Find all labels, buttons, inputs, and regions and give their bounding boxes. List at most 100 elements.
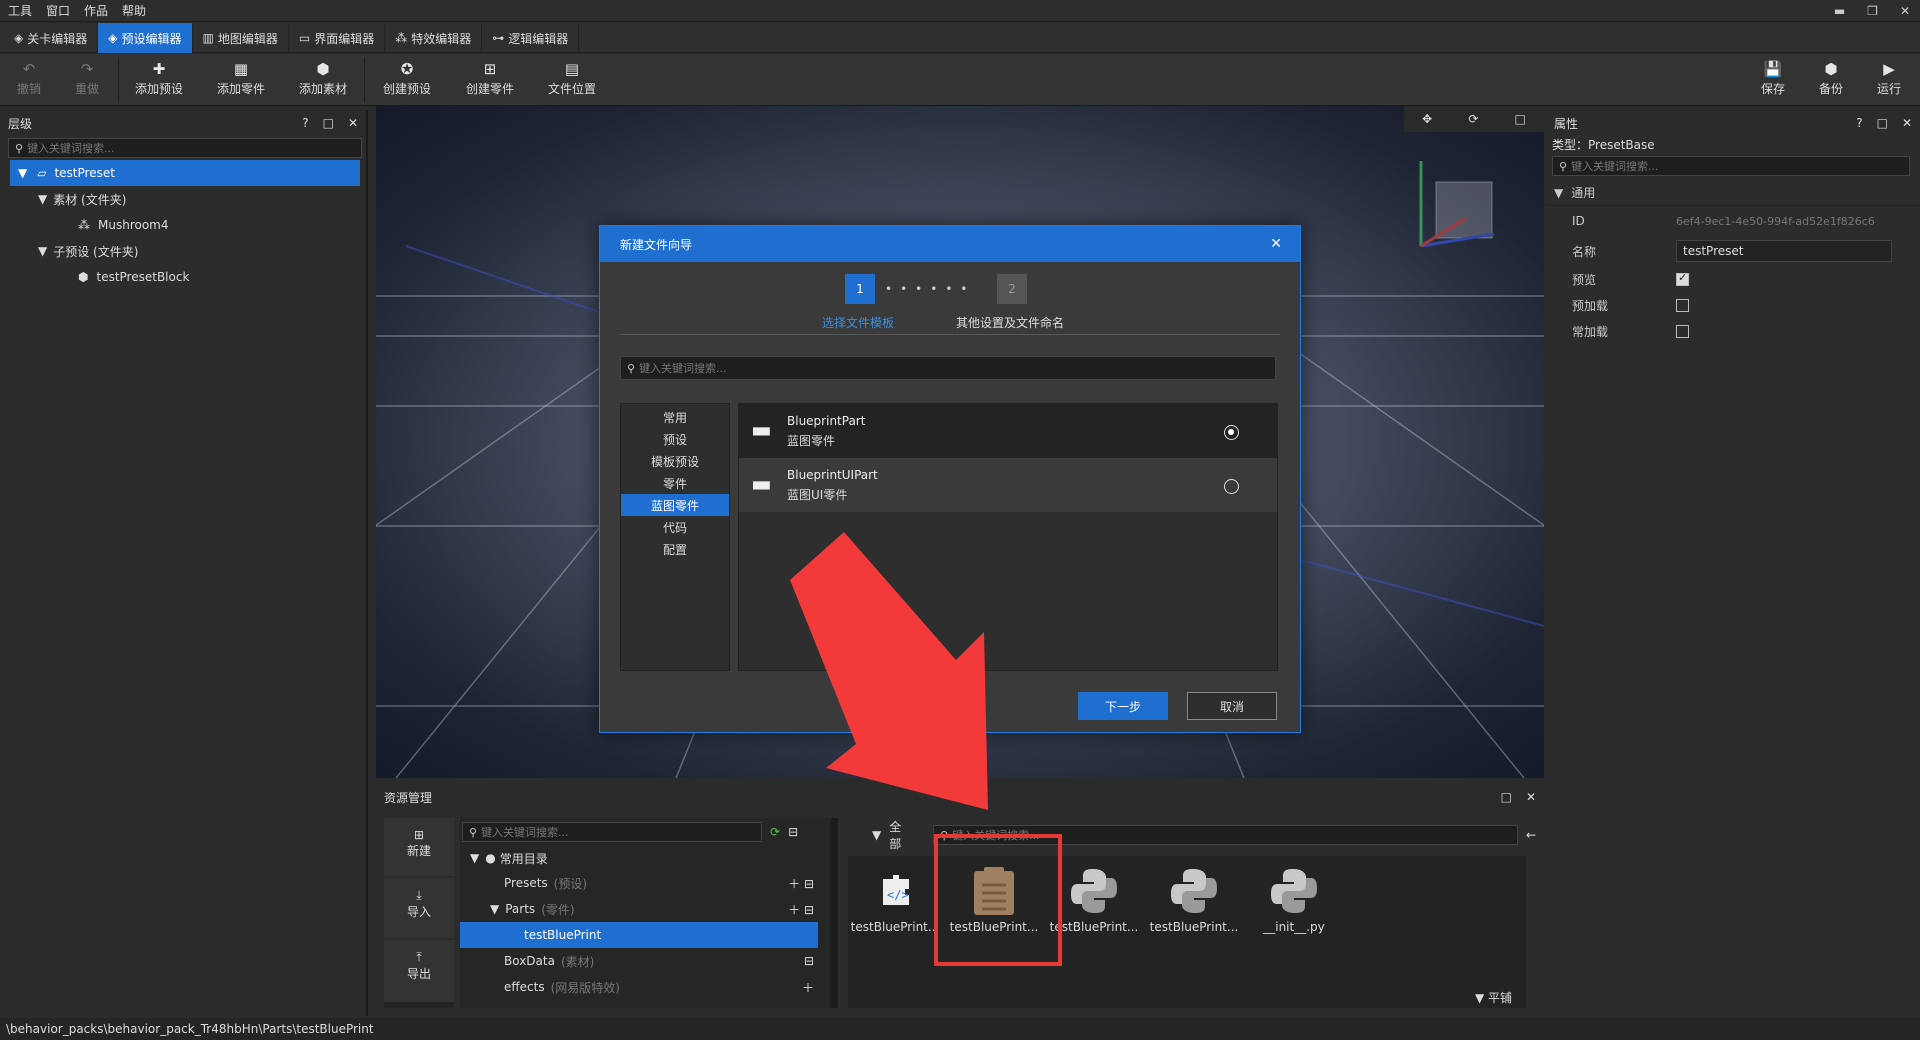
maximize-icon[interactable]: □ — [1501, 790, 1512, 804]
preload-checkbox[interactable] — [1676, 298, 1689, 312]
maximize-icon[interactable]: □ — [1877, 116, 1888, 130]
preview-checkbox[interactable] — [1676, 271, 1689, 286]
tab-preset-editor[interactable]: ◈ 预设编辑器 — [98, 23, 193, 53]
tree-item-label: Mushroom4 — [98, 218, 169, 232]
menu-tools[interactable]: 工具 — [8, 2, 32, 19]
resident-checkbox[interactable] — [1676, 324, 1689, 338]
prop-label: 预览 — [1572, 272, 1597, 287]
filter-icon[interactable]: ⟳ — [770, 825, 780, 839]
add-part-button[interactable]: ▦ 添加零件 — [206, 60, 276, 97]
tree-item-mushroom4[interactable]: ⁂ Mushroom4 — [0, 212, 366, 238]
move-icon[interactable]: ✥ — [1422, 112, 1432, 126]
category-preset[interactable]: 预设 — [621, 428, 729, 450]
restore-icon[interactable]: ❐ — [1867, 4, 1878, 18]
section-general[interactable]: ▼ 通用 — [1546, 180, 1920, 206]
rotate-icon[interactable]: ⟳ — [1468, 112, 1478, 126]
properties-search-input[interactable]: ⚲ 键入关键词搜索... — [1552, 156, 1910, 176]
filter-icon[interactable]: ▼ — [872, 828, 881, 842]
category-list: 常用 预设 模板预设 零件 蓝图零件 代码 配置 — [620, 403, 730, 671]
tab-effects-editor[interactable]: ⁂ 特效编辑器 — [385, 23, 483, 53]
hierarchy-search-input[interactable]: ⚲ 键入关键词搜索... — [8, 138, 362, 158]
export-icon: ⤒ — [416, 950, 422, 964]
tree-parts[interactable]: ▼ Parts (零件) ＋ ⊟ — [460, 896, 830, 922]
tree-presets[interactable]: Presets (预设) ＋ ⊟ — [460, 870, 830, 896]
filter-all-button[interactable]: 全部 — [889, 818, 913, 852]
template-item-blueprintuipart[interactable]: ▬ BlueprintUIPart 蓝图UI零件 — [739, 458, 1277, 512]
maximize-icon[interactable]: □ — [323, 116, 334, 130]
template-item-blueprintpart[interactable]: ▬ BlueprintPart 蓝图零件 — [739, 404, 1277, 458]
cube-icon: ⬢ — [78, 270, 89, 284]
close-icon[interactable]: ✕ — [1900, 4, 1910, 18]
file-name: __init__.py — [1263, 920, 1325, 934]
step-1-indicator: 1 — [845, 274, 875, 304]
tree-item-label: Presets — [504, 876, 548, 890]
add-preset-button[interactable]: ✚ 添加预设 — [124, 60, 194, 97]
help-icon[interactable]: ? — [1856, 116, 1862, 130]
tab-level-editor[interactable]: ◈ 关卡编辑器 — [4, 23, 99, 53]
tree-item-testpresetblock[interactable]: ⬢ testPresetBlock — [0, 264, 366, 290]
tree-item-label: 素材 (文件夹) — [53, 192, 127, 207]
collapse-icon[interactable]: ⊟ — [804, 954, 814, 968]
back-arrow-icon[interactable]: ← — [1526, 828, 1536, 842]
tree-testblueprint[interactable]: testBluePrint — [460, 922, 818, 948]
minimize-icon[interactable]: ▬ — [1834, 4, 1845, 18]
file-name: testBluePrint... — [1149, 920, 1239, 934]
logic-icon: ⊶ — [492, 31, 505, 45]
close-icon[interactable]: ✕ — [1526, 790, 1536, 804]
template-radio[interactable] — [1224, 479, 1239, 494]
asset-tree-search-input[interactable]: ⚲ 键入关键词搜索... — [462, 822, 762, 842]
add-asset-button[interactable]: ⬢ 添加素材 — [288, 60, 358, 97]
category-blueprint-part[interactable]: 蓝图零件 — [621, 494, 729, 516]
backup-label: 备份 — [1818, 82, 1843, 96]
new-folder-icon: ⊞ — [413, 828, 425, 842]
tree-item-testpreset[interactable]: ▼ ▱ testPreset — [10, 160, 360, 186]
close-icon[interactable]: ✕ — [1902, 116, 1912, 130]
tree-boxdata[interactable]: BoxData (素材) ⊟ — [460, 948, 830, 974]
name-input[interactable]: testPreset — [1676, 240, 1892, 262]
export-button[interactable]: ⤒ 导出 — [384, 940, 454, 1002]
add-icon[interactable]: ＋ ⊟ — [788, 901, 814, 918]
menu-works[interactable]: 作品 — [84, 2, 108, 19]
menu-window[interactable]: 窗口 — [46, 2, 70, 19]
next-button[interactable]: 下一步 — [1078, 692, 1168, 720]
category-common[interactable]: 常用 — [621, 406, 729, 428]
file-location-button[interactable]: ▤ 文件位置 — [537, 60, 607, 97]
tree-item-assets-folder[interactable]: ▼ 素材 (文件夹) — [0, 186, 366, 212]
import-button[interactable]: ⤓ 导入 — [384, 878, 454, 940]
map-icon: ▥ — [202, 31, 214, 45]
asset-actions: ⊞ 新建 ⤓ 导入 ⤒ 导出 — [384, 818, 454, 1008]
tab-logic-editor[interactable]: ⊶ 逻辑编辑器 — [482, 23, 580, 53]
tab-ui-editor[interactable]: ▭ 界面编辑器 — [289, 23, 386, 53]
search-placeholder: 键入关键词搜索... — [639, 362, 727, 375]
expanded-arrow-icon: ▼ — [38, 192, 48, 206]
collapse-icon[interactable]: ⊟ — [788, 825, 798, 839]
category-code[interactable]: 代码 — [621, 516, 729, 538]
add-icon[interactable]: ＋ — [802, 979, 814, 996]
tree-common-dir[interactable]: ▼ ● 常用目录 — [460, 846, 830, 870]
category-config[interactable]: 配置 — [621, 538, 729, 560]
template-search-input[interactable]: ⚲ 键入关键词搜索... — [620, 356, 1276, 380]
file-item[interactable]: testBluePrint... — [1144, 862, 1244, 934]
close-icon[interactable]: ✕ — [348, 116, 358, 130]
redo-button[interactable]: ↷ 重做 — [52, 60, 122, 97]
create-part-button[interactable]: ⊞ 创建零件 — [455, 60, 525, 97]
add-icon[interactable]: ＋ ⊟ — [788, 875, 814, 892]
new-button[interactable]: ⊞ 新建 — [384, 818, 454, 878]
menu-help[interactable]: 帮助 — [122, 2, 146, 19]
scrollbar[interactable] — [830, 818, 838, 1008]
create-preset-button[interactable]: ✪ 创建预设 — [372, 60, 442, 97]
help-icon[interactable]: ? — [302, 116, 308, 130]
cancel-button[interactable]: 取消 — [1187, 692, 1277, 720]
close-icon[interactable]: ✕ — [1270, 236, 1282, 252]
fullscreen-icon[interactable]: □ — [1515, 112, 1526, 126]
tree-item-subpreset-folder[interactable]: ▼ 子预设 (文件夹) — [0, 238, 366, 264]
file-item[interactable]: </> testBluePrint... — [845, 862, 945, 934]
tree-effects[interactable]: effects (网易版特效) ＋ — [460, 974, 830, 1000]
template-radio-selected[interactable] — [1224, 425, 1239, 440]
category-part[interactable]: 零件 — [621, 472, 729, 494]
tab-map-editor[interactable]: ▥ 地图编辑器 — [193, 23, 289, 53]
tile-view-button[interactable]: ▼ 平铺 — [1475, 989, 1512, 1006]
file-item[interactable]: __init__.py — [1244, 862, 1344, 934]
run-button[interactable]: ▶ 运行 — [1854, 60, 1920, 97]
category-template-preset[interactable]: 模板预设 — [621, 450, 729, 472]
